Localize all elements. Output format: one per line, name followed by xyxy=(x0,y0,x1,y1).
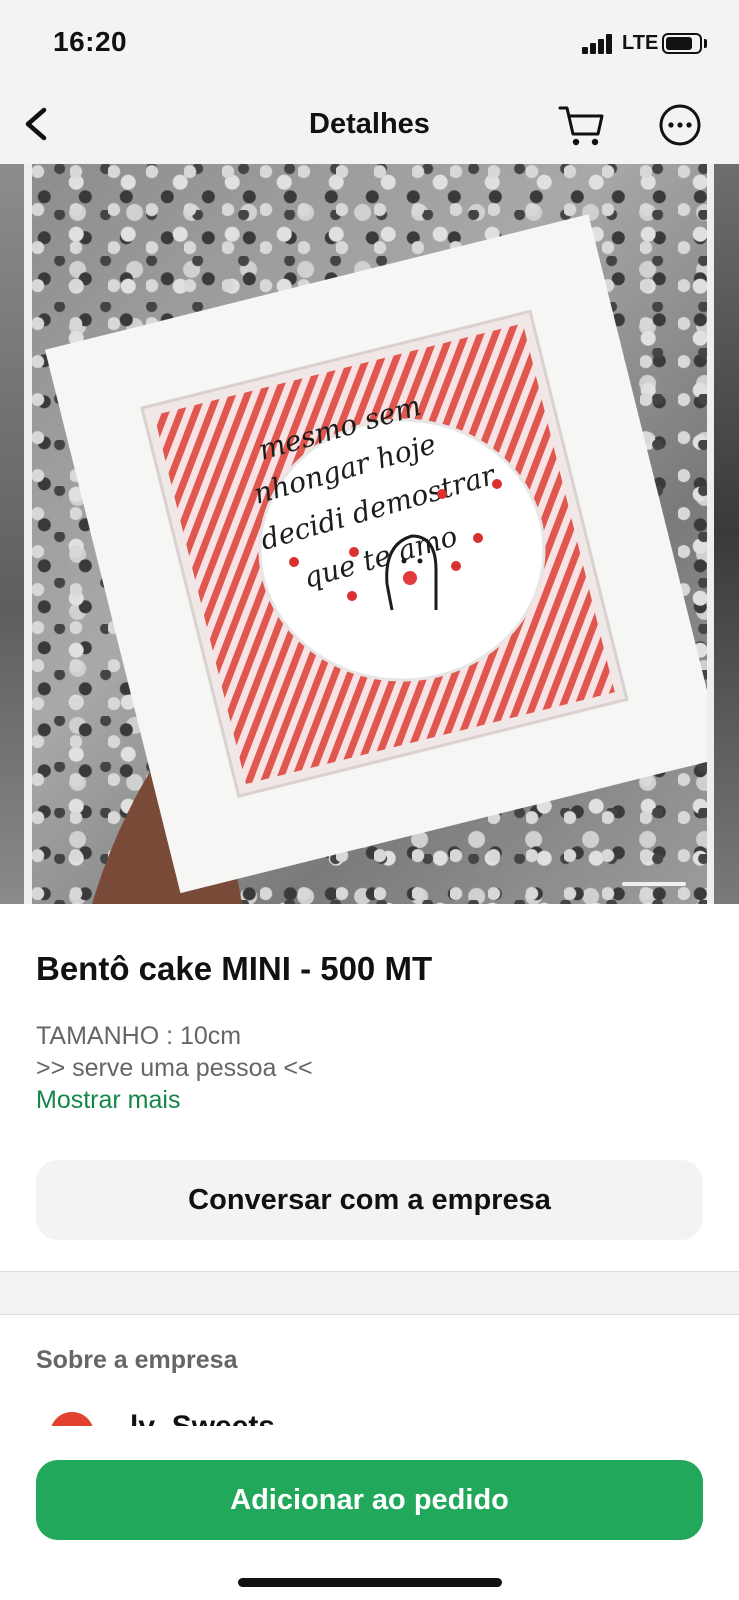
home-indicator[interactable] xyxy=(238,1578,502,1587)
cart-icon[interactable] xyxy=(556,100,606,150)
company-row[interactable]: lv_Sweets xyxy=(36,1400,703,1426)
company-name: lv_Sweets xyxy=(130,1410,275,1426)
company-avatar xyxy=(50,1412,94,1426)
status-time: 16:20 xyxy=(53,26,128,57)
add-to-order-button[interactable]: Adicionar ao pedido xyxy=(36,1460,703,1540)
network-label: LTE xyxy=(622,32,659,54)
product-photo[interactable]: mesmo sem nhongar hoje decidi demostrar … xyxy=(32,164,707,904)
show-more-link[interactable]: Mostrar mais xyxy=(36,1086,180,1115)
back-arrow-icon[interactable] xyxy=(18,102,58,146)
carousel-page-indicator xyxy=(622,882,686,886)
chat-with-business-button[interactable]: Conversar com a empresa xyxy=(36,1160,703,1240)
section-divider xyxy=(0,1271,739,1315)
signal-icon xyxy=(582,34,614,54)
product-description-line: >> serve uma pessoa << xyxy=(36,1054,313,1082)
product-description-line: TAMANHO : 10cm xyxy=(36,1022,242,1050)
more-options-icon[interactable] xyxy=(656,101,704,149)
about-business-heading: Sobre a empresa xyxy=(36,1346,238,1374)
battery-tip xyxy=(704,39,707,48)
status-bar: 16:20 LTE xyxy=(0,0,739,88)
previous-image-peek[interactable] xyxy=(0,164,24,904)
product-title: Bentô cake MINI - 500 MT xyxy=(36,950,433,987)
battery-icon xyxy=(662,33,702,54)
page-title: Detalhes xyxy=(309,108,430,140)
nav-bar: Detalhes xyxy=(0,88,739,164)
next-image-peek[interactable] xyxy=(714,164,739,904)
product-image-carousel[interactable]: mesmo sem nhongar hoje decidi demostrar … xyxy=(0,164,739,904)
